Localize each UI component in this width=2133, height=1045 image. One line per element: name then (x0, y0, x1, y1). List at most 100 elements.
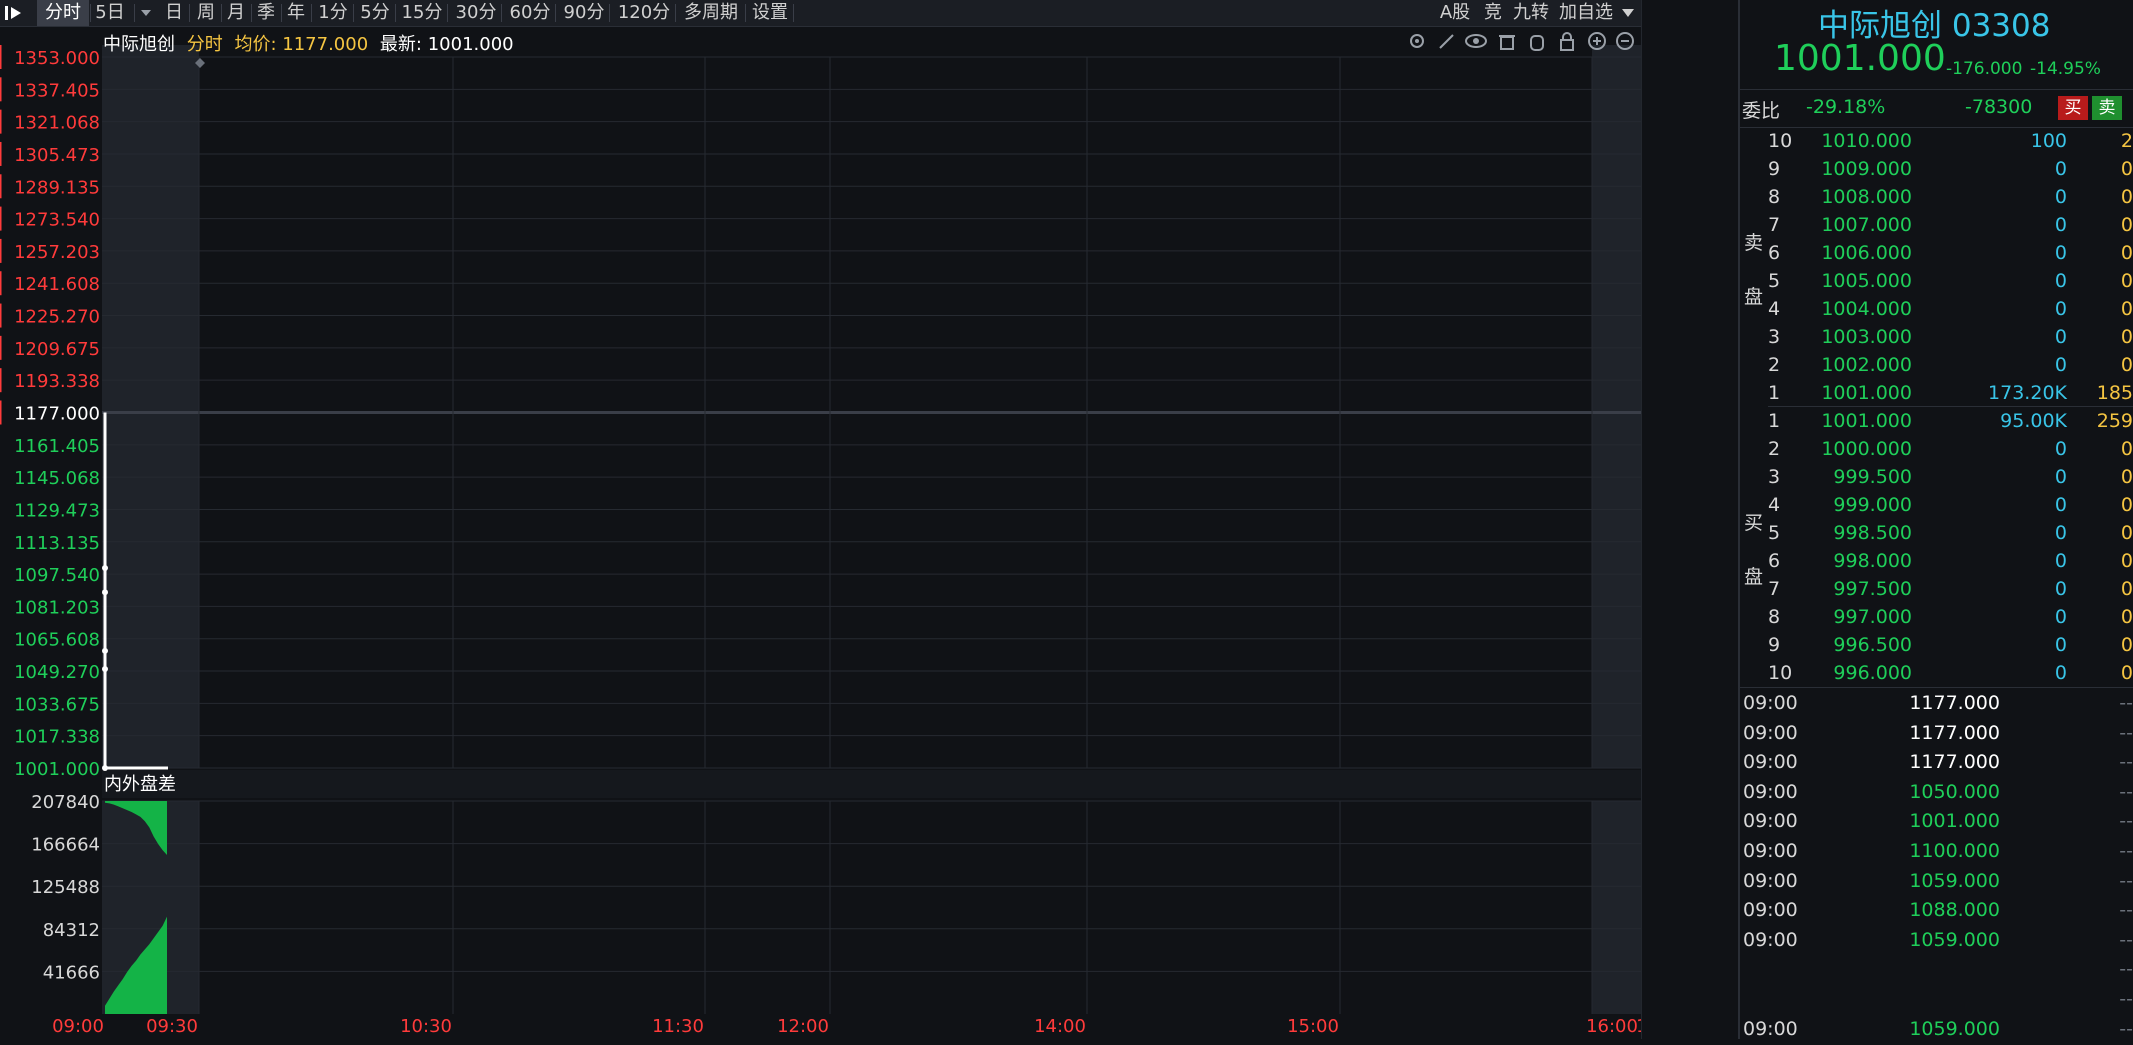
app-window: 分时 5日日周月季年 1分 5分 15分 30分 60分 90分 120分 多周期 设置 A股 竞 … (0, 0, 2133, 1040)
ask-level: 7 (1768, 214, 1781, 236)
price-axis-label: 1081.203 (14, 597, 100, 618)
chart-tools (1404, 30, 1640, 52)
bid-price: 999.000 (1833, 494, 1912, 516)
price-point (102, 589, 108, 596)
bid-cnt: 259 (2096, 410, 2133, 432)
ask-cnt: 0 (2120, 214, 2133, 236)
sell-button[interactable]: 卖 (2092, 96, 2122, 120)
ask-row[interactable]: 4 1004.000 0 0 (1740, 296, 2133, 324)
lock-icon[interactable] (1560, 32, 1574, 51)
bid-row[interactable]: 5 998.500 0 0 (1740, 520, 2133, 548)
tick-price: 1177.000 (1909, 751, 2000, 774)
quote-change: -176.000 (1946, 59, 2023, 79)
five-day-dropdown-icon[interactable] (136, 0, 156, 26)
ask-row[interactable]: 2 1002.000 0 0 (1740, 352, 2133, 380)
bid-vol: 95.00K (2000, 410, 2067, 432)
tick-flag: -- (2119, 988, 2133, 1010)
ask-row[interactable]: 6 1006.000 0 0 (1740, 240, 2133, 268)
bid-row[interactable]: 8 997.000 0 0 (1740, 604, 2133, 632)
ask-row[interactable]: 9 1009.000 0 0 (1740, 156, 2133, 184)
ask-vol: 0 (2054, 354, 2067, 376)
tick-flag: -- (2119, 869, 2133, 892)
toolbar-separator (793, 4, 794, 22)
bid-row[interactable]: 4 999.000 0 0 (1740, 492, 2133, 520)
a-share-button[interactable]: A股 (1437, 0, 1473, 26)
auction-button[interactable]: 竞 (1480, 0, 1506, 26)
zoom-out-icon[interactable] (1616, 32, 1634, 50)
ask-row[interactable]: 5 1005.000 0 0 (1740, 268, 2133, 296)
tick-price: 1059.000 (1909, 869, 2000, 892)
toolbar-separator (675, 4, 676, 22)
ask-price: 1004.000 (1821, 298, 1912, 320)
ask-row[interactable]: 8 1008.000 0 0 (1740, 184, 2133, 212)
period-tab-12[interactable]: 90分 (560, 0, 608, 26)
bid-cnt: 0 (2120, 494, 2133, 516)
period-tab-0[interactable]: 分时 (37, 0, 89, 26)
latest-price-label: 最新: (379, 34, 422, 55)
bid-row[interactable]: 10 996.000 0 0 (1740, 660, 2133, 688)
zoom-in-icon[interactable] (1588, 32, 1606, 50)
price-axis-label: 1257.203 (14, 242, 100, 263)
toolbar-separator (745, 4, 746, 22)
time-axis-label: 12:00 (777, 1016, 829, 1037)
price-axis-label: 1065.608 (14, 630, 100, 651)
bid-row[interactable]: 7 997.500 0 0 (1740, 576, 2133, 604)
period-tab-5[interactable]: 季 (252, 0, 280, 26)
ask-row[interactable]: 7 1007.000 0 0 (1740, 212, 2133, 240)
nine-turn-button[interactable]: 九转 (1511, 0, 1551, 26)
bid-price: 996.000 (1833, 662, 1912, 684)
period-tab-9[interactable]: 15分 (398, 0, 446, 26)
ask-price: 1002.000 (1821, 354, 1912, 376)
bid-row[interactable]: 6 998.000 0 0 (1740, 548, 2133, 576)
period-tab-6[interactable]: 年 (282, 0, 310, 26)
bid-row[interactable]: 9 996.500 0 0 (1740, 632, 2133, 660)
price-axis-label: 1113.135 (14, 533, 100, 554)
ask-row[interactable]: 3 1003.000 0 0 (1740, 324, 2133, 352)
bid-row[interactable]: 3 999.500 0 0 (1740, 464, 2133, 492)
price-point (102, 647, 108, 654)
ask-row[interactable]: 1 1001.000 173.20K 185 (1740, 380, 2133, 408)
period-tab-15[interactable]: 设置 (748, 0, 792, 26)
premarket-band (102, 45, 199, 768)
bid-cnt: 0 (2120, 578, 2133, 600)
trash-icon[interactable] (1499, 35, 1515, 50)
tick-row: 09:00 1177.000 -- (1740, 720, 2133, 749)
ask-level: 8 (1768, 186, 1781, 208)
period-tab-13[interactable]: 120分 (614, 0, 674, 26)
period-tab-7[interactable]: 1分 (314, 0, 352, 26)
period-tab-8[interactable]: 5分 (356, 0, 394, 26)
tick-row: 09:00 1059.000 -- (1740, 927, 2133, 956)
time-axis-label: 09:30 (146, 1016, 198, 1037)
toolbar-separator (189, 4, 190, 22)
pen-icon[interactable] (1439, 34, 1454, 49)
hand-icon[interactable] (1530, 35, 1544, 51)
chart-area: 1353.00014.95%1337.40513.63%1321.06812.2… (0, 27, 1641, 1039)
period-tab-11[interactable]: 60分 (506, 0, 554, 26)
dropdown-arrow-icon[interactable] (1618, 0, 1638, 26)
price-axis-label: 1161.405 (14, 436, 100, 457)
tick-time: 09:00 (1743, 928, 1798, 951)
buy-button[interactable]: 买 (2058, 96, 2088, 120)
period-tab-4[interactable]: 月 (222, 0, 250, 26)
period-tab-14[interactable]: 多周期 (678, 0, 744, 26)
sidebar-toggle-icon[interactable] (0, 0, 28, 26)
bid-row[interactable]: 2 1000.000 0 0 (1740, 436, 2133, 464)
add-watchlist-button[interactable]: 加自选 (1556, 0, 1616, 26)
ask-cnt: 0 (2120, 298, 2133, 320)
period-tab-2[interactable]: 日 (160, 0, 188, 26)
period-tab-1[interactable]: 5日 (87, 0, 133, 26)
period-tab-10[interactable]: 30分 (452, 0, 500, 26)
eye-icon[interactable] (1465, 34, 1487, 48)
ask-row[interactable]: 10 1010.000 100 2 (1740, 128, 2133, 156)
ask-level: 9 (1768, 158, 1781, 180)
tick-time: 09:00 (1743, 721, 1798, 744)
tick-flag: -- (2119, 928, 2133, 951)
bid-row[interactable]: 1 1001.000 95.00K 259 (1740, 408, 2133, 436)
price-axis-label: 1145.068 (14, 468, 100, 489)
tick-row: -- (1740, 956, 2133, 985)
bid-vol: 0 (2054, 438, 2067, 460)
intraday-chart[interactable]: 1353.00014.95%1337.40513.63%1321.06812.2… (0, 27, 1641, 1039)
tick-price: 1059.000 (1909, 928, 2000, 951)
period-tab-3[interactable]: 周 (192, 0, 220, 26)
settings-icon[interactable] (1410, 34, 1424, 48)
